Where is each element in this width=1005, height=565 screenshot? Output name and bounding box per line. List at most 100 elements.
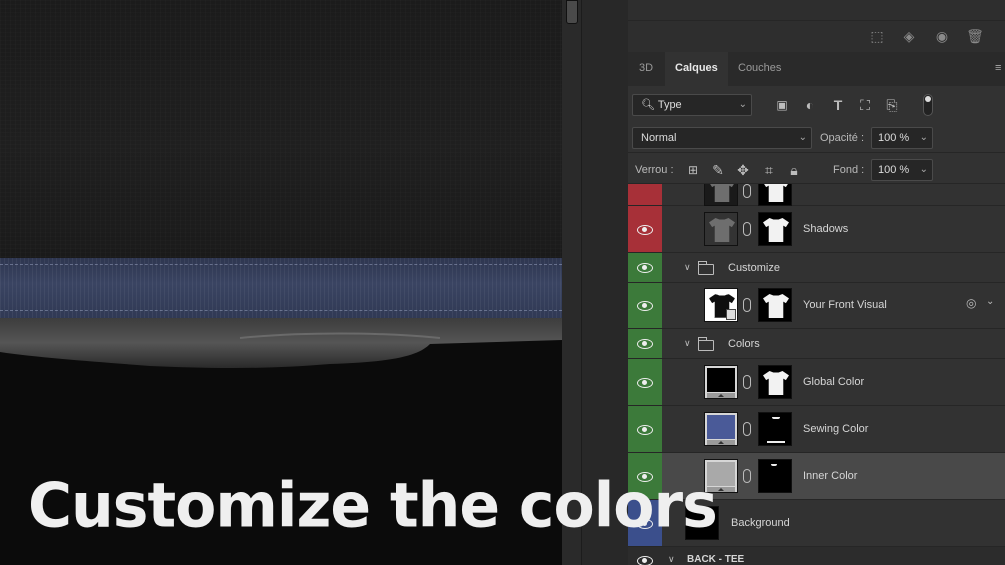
lock-transparent-icon[interactable]: ⊞ bbox=[684, 159, 702, 181]
filter-type-dropdown[interactable]: 🔍︎ Type ⌄ bbox=[632, 94, 752, 116]
layer-name[interactable]: Customize bbox=[728, 262, 780, 274]
blend-mode-value: Normal bbox=[641, 132, 677, 144]
fill-stand-icon bbox=[707, 393, 735, 398]
layer-row[interactable] bbox=[628, 184, 1005, 206]
color-swatch bbox=[707, 368, 735, 392]
layer-mask-thumbnail bbox=[758, 212, 792, 246]
smart-object-badge-icon bbox=[726, 309, 736, 320]
visibility-toggle[interactable] bbox=[628, 329, 662, 358]
divider bbox=[628, 152, 1005, 153]
fill-value: 100 % bbox=[878, 164, 910, 176]
shape-filter-icon[interactable]: ⛶ bbox=[856, 94, 874, 116]
folder-icon bbox=[698, 337, 714, 351]
group-row-back-tee[interactable]: ∨ BACK - TEE bbox=[628, 547, 1005, 565]
filter-type-label: Type bbox=[657, 99, 682, 111]
panel-top-toolbar: ⬚ ◈ ◉ 🗑 bbox=[628, 0, 1005, 52]
layer-row-shadows[interactable]: Shadows bbox=[628, 206, 1005, 253]
link-icon[interactable] bbox=[743, 422, 751, 436]
layer-mask-thumbnail bbox=[758, 288, 792, 322]
chevron-down-icon[interactable]: ⌄ bbox=[986, 296, 994, 307]
chevron-down-icon: ⌄ bbox=[919, 132, 928, 143]
link-icon[interactable] bbox=[743, 469, 751, 483]
layer-name[interactable]: Sewing Color bbox=[803, 423, 868, 435]
fill-input[interactable]: 100 % ⌄ bbox=[871, 159, 933, 181]
layer-row-your-front-visual[interactable]: Your Front Visual ◎ ⌄ bbox=[628, 283, 1005, 329]
visibility-toggle[interactable] bbox=[628, 547, 662, 565]
eye-icon bbox=[637, 225, 653, 235]
scrollbar-thumb[interactable] bbox=[566, 0, 578, 24]
marquee-icon[interactable]: ⬚ bbox=[868, 27, 886, 45]
smart-object-filter-icon[interactable]: ⎘ bbox=[883, 94, 901, 116]
visibility-toggle[interactable] bbox=[628, 253, 662, 282]
sewing-band-image bbox=[0, 258, 562, 322]
lock-label: Verrou : bbox=[635, 164, 674, 176]
visibility-toggle[interactable] bbox=[628, 184, 662, 205]
tab-couches[interactable]: Couches bbox=[728, 52, 791, 86]
link-icon[interactable] bbox=[743, 222, 751, 236]
layer-name[interactable]: BACK - TEE bbox=[687, 554, 744, 565]
visibility-toggle[interactable] bbox=[628, 206, 662, 252]
chevron-down-icon[interactable]: ∨ bbox=[668, 554, 675, 565]
eye-icon bbox=[637, 378, 653, 388]
lock-artboard-icon[interactable]: ⌗ bbox=[760, 159, 778, 181]
eye-icon bbox=[637, 301, 653, 311]
link-icon[interactable] bbox=[743, 184, 751, 198]
lock-paint-icon[interactable]: ✎ bbox=[709, 159, 727, 181]
link-icon[interactable] bbox=[743, 375, 751, 389]
eye-icon bbox=[637, 425, 653, 435]
adjustment-filter-icon[interactable]: ◐ bbox=[801, 94, 819, 116]
layer-name[interactable]: Your Front Visual bbox=[803, 299, 887, 311]
tab-calques[interactable]: Calques bbox=[665, 52, 728, 86]
layer-row-global-color[interactable]: Global Color bbox=[628, 359, 1005, 406]
link-icon[interactable] bbox=[743, 298, 751, 312]
divider bbox=[628, 20, 1005, 21]
image-filter-icon[interactable]: ▣ bbox=[773, 94, 791, 116]
chevron-down-icon: ⌄ bbox=[798, 132, 807, 143]
layer-name[interactable]: Inner Color bbox=[803, 470, 857, 482]
group-row-customize[interactable]: ∨ Customize bbox=[628, 253, 1005, 283]
layer-row-sewing-color[interactable]: Sewing Color bbox=[628, 406, 1005, 453]
layer-name[interactable]: Colors bbox=[728, 338, 760, 350]
stitch-line bbox=[0, 264, 562, 265]
stitch-line bbox=[0, 310, 562, 311]
visibility-toggle[interactable] bbox=[628, 359, 662, 405]
layer-thumbnail bbox=[704, 288, 738, 322]
layer-thumbnail bbox=[704, 184, 738, 206]
layer-mask-thumbnail bbox=[758, 365, 792, 399]
eye-icon[interactable]: ◉ bbox=[933, 27, 951, 45]
chevron-down-icon[interactable]: ∨ bbox=[684, 262, 691, 273]
mask-diamond-icon[interactable]: ◈ bbox=[900, 27, 918, 45]
trash-icon[interactable]: 🗑 bbox=[966, 27, 984, 45]
filter-row: 🔍︎ Type ⌄ ▣ ◐ T ⛶ ⎘ bbox=[628, 94, 1005, 124]
fill-stand-icon bbox=[707, 440, 735, 445]
panel-menu-icon[interactable]: ≡ bbox=[995, 62, 1005, 74]
layer-name[interactable]: Background bbox=[731, 517, 790, 529]
chevron-down-icon[interactable]: ∨ bbox=[684, 338, 691, 349]
blend-mode-dropdown[interactable]: Normal ⌄ bbox=[632, 127, 812, 149]
layer-mask-thumbnail bbox=[758, 459, 792, 493]
group-row-colors[interactable]: ∨ Colors bbox=[628, 329, 1005, 359]
search-icon: 🔍︎ bbox=[641, 99, 655, 111]
opacity-label: Opacité : bbox=[820, 132, 865, 144]
tee-hem-image bbox=[0, 318, 562, 388]
eye-icon bbox=[637, 556, 653, 565]
chevron-down-icon: ⌄ bbox=[919, 164, 928, 175]
color-swatch bbox=[707, 415, 735, 439]
visibility-toggle[interactable] bbox=[628, 406, 662, 452]
type-filter-icon[interactable]: T bbox=[829, 94, 847, 116]
mask-hem-shape bbox=[767, 441, 785, 443]
caption-title: Customize the colors bbox=[28, 470, 718, 542]
layer-thumbnail bbox=[704, 212, 738, 246]
folder-icon bbox=[698, 261, 714, 275]
lock-all-icon[interactable]: 🔒︎ bbox=[785, 159, 803, 181]
linked-effects-icon[interactable]: ◎ bbox=[966, 296, 976, 310]
tab-3d[interactable]: 3D bbox=[629, 52, 663, 86]
visibility-toggle[interactable] bbox=[628, 283, 662, 328]
lock-move-icon[interactable]: ✥ bbox=[734, 159, 752, 181]
layer-name[interactable]: Shadows bbox=[803, 223, 848, 235]
opacity-input[interactable]: 100 % ⌄ bbox=[871, 127, 933, 149]
fill-thumbnail bbox=[704, 365, 738, 399]
filter-toggle[interactable] bbox=[923, 94, 933, 116]
layer-name[interactable]: Global Color bbox=[803, 376, 864, 388]
fill-thumbnail bbox=[704, 412, 738, 446]
